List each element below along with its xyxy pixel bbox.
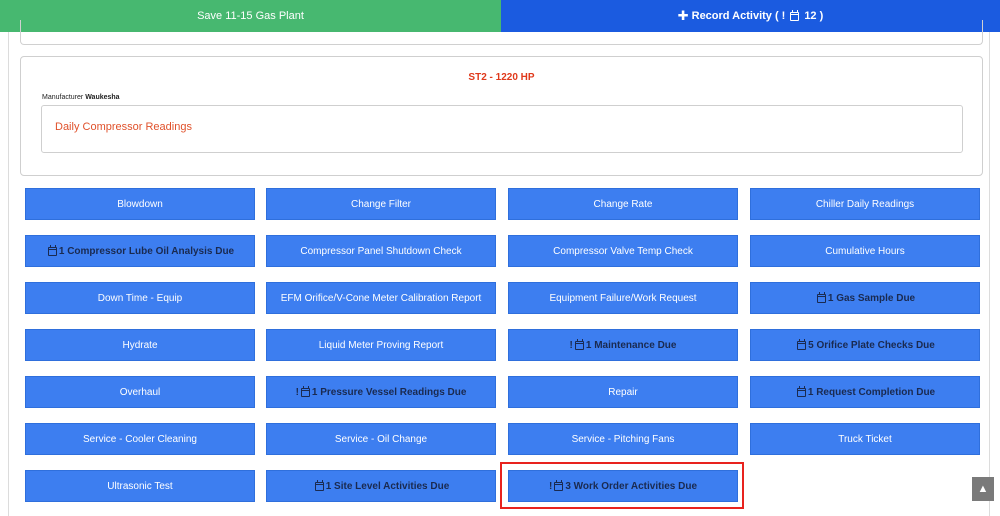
button-label: Compressor Panel Shutdown Check [300,245,462,257]
activity-button-oil-change[interactable]: Service - Oil Change [266,423,496,455]
calendar-icon [816,291,826,303]
button-label: Hydrate [122,339,158,351]
activity-button-truck-ticket[interactable]: Truck Ticket [750,423,980,455]
manufacturer-value: Waukesha [85,94,120,101]
scroll-to-top-button[interactable]: ▲ [972,477,994,501]
manufacturer-label: Manufacturer [42,94,84,101]
activity-button-cumulative-hours[interactable]: Cumulative Hours [750,235,980,267]
activity-button-hydrate[interactable]: Hydrate [25,329,255,361]
exclamation-icon: ! [295,386,299,398]
activity-button-pitching-fans[interactable]: Service - Pitching Fans [508,423,738,455]
activity-button-repair[interactable]: Repair [508,376,738,408]
activity-button-maintenance[interactable]: ! 1 Maintenance Due [508,329,738,361]
button-label: Ultrasonic Test [107,480,173,492]
previous-card-bottom [20,20,983,45]
calendar-icon [574,338,584,350]
unit-card: ST2 - 1220 HP Manufacturer Waukesha Dail… [20,56,983,176]
activity-button-change-rate[interactable]: Change Rate [508,188,738,220]
button-label: Service - Pitching Fans [571,433,675,445]
button-label: Compressor Valve Temp Check [553,245,693,257]
calendar-icon [47,244,57,256]
button-label: 1 Pressure Vessel Readings Due [311,386,467,398]
activity-button-liquid-meter-proving[interactable]: Liquid Meter Proving Report [266,329,496,361]
calendar-icon [797,338,807,350]
button-label: 1 Site Level Activities Due [325,480,450,492]
button-label: Service - Cooler Cleaning [83,433,197,445]
activity-button-down-time[interactable]: Down Time - Equip [25,282,255,314]
calendar-icon [796,385,806,397]
button-label: 1 Gas Sample Due [827,292,916,304]
activity-button-compressor-valve-temp[interactable]: Compressor Valve Temp Check [508,235,738,267]
activity-button-efm-calibration[interactable]: EFM Orifice/V-Cone Meter Calibration Rep… [266,282,496,314]
button-label: Change Rate [593,198,653,210]
activity-button-gas-sample[interactable]: 1 Gas Sample Due [750,282,980,314]
activity-button-blowdown[interactable]: Blowdown [25,188,255,220]
activity-button-compressor-lube-oil[interactable]: 1 Compressor Lube Oil Analysis Due [25,235,255,267]
unit-title: ST2 - 1220 HP [468,72,535,83]
button-label: Blowdown [117,198,163,210]
calendar-icon [314,479,324,491]
exclamation-icon: ! [569,339,573,351]
button-label: Service - Oil Change [334,433,428,445]
daily-readings-link[interactable]: Daily Compressor Readings [55,121,192,133]
activity-button-equipment-failure[interactable]: Equipment Failure/Work Request [508,282,738,314]
button-label: 5 Orifice Plate Checks Due [808,339,935,351]
activity-button-ultrasonic-test[interactable]: Ultrasonic Test [25,470,255,502]
activity-button-pressure-vessel[interactable]: ! 1 Pressure Vessel Readings Due [266,376,496,408]
calendar-icon [300,385,310,397]
button-label: Repair [608,386,638,398]
button-label: Truck Ticket [838,433,892,445]
manufacturer-line: Manufacturer Waukesha [42,94,120,101]
activity-button-change-filter[interactable]: Change Filter [266,188,496,220]
button-label: 1 Maintenance Due [585,339,677,351]
button-label: Overhaul [119,386,161,398]
activity-button-cooler-cleaning[interactable]: Service - Cooler Cleaning [25,423,255,455]
highlight-box [500,462,744,509]
button-label: 1 Request Completion Due [807,386,936,398]
daily-readings-box[interactable]: Daily Compressor Readings [41,105,963,153]
activity-button-orifice-plate-checks[interactable]: 5 Orifice Plate Checks Due [750,329,980,361]
activity-button-site-level[interactable]: 1 Site Level Activities Due [266,470,496,502]
button-label: EFM Orifice/V-Cone Meter Calibration Rep… [280,292,482,304]
activity-button-chiller-daily-readings[interactable]: Chiller Daily Readings [750,188,980,220]
activity-button-compressor-panel-shutdown[interactable]: Compressor Panel Shutdown Check [266,235,496,267]
button-label: Change Filter [350,198,412,210]
button-label: Liquid Meter Proving Report [318,339,444,351]
button-label: 1 Compressor Lube Oil Analysis Due [58,245,235,257]
frame-border-left [8,32,9,516]
frame-border-right [989,32,990,516]
button-label: Equipment Failure/Work Request [549,292,697,304]
activity-button-overhaul[interactable]: Overhaul [25,376,255,408]
activity-button-request-completion[interactable]: 1 Request Completion Due [750,376,980,408]
button-label: Chiller Daily Readings [815,198,915,210]
button-label: Down Time - Equip [97,292,183,304]
button-label: Cumulative Hours [825,245,905,257]
arrow-up-icon: ▲ [977,483,989,495]
